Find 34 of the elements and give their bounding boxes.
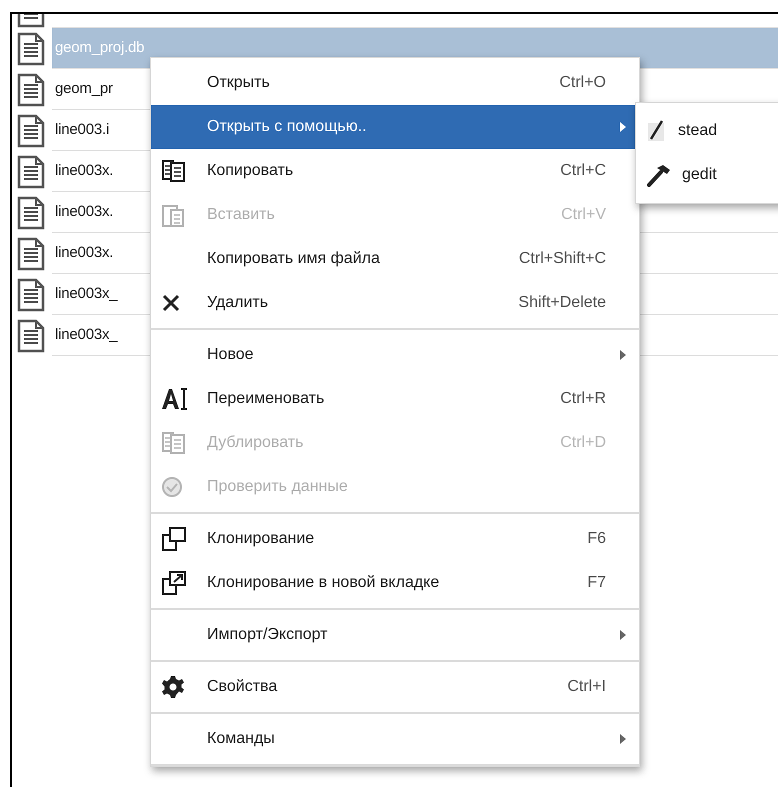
menu-item[interactable]: Клонирование F6: [151, 517, 639, 561]
copy-icon: [161, 431, 187, 455]
caret-icon: [619, 629, 627, 641]
document-icon: [16, 32, 46, 66]
menu-item[interactable]: Новое: [151, 333, 639, 377]
hammer-icon: [646, 163, 672, 187]
document-icon: [16, 114, 46, 148]
text-cursor-icon: [161, 388, 189, 410]
menu-item[interactable]: Импорт/Экспорт: [151, 613, 639, 657]
document-icon: [16, 318, 46, 352]
menu-item[interactable]: Удалить Shift+Delete: [151, 281, 639, 325]
copy-icon: [161, 159, 187, 183]
menu-item[interactable]: Команды: [151, 717, 639, 761]
menu-item[interactable]: Свойства Ctrl+I: [151, 665, 639, 709]
close-icon: [161, 293, 181, 313]
menu-item[interactable]: Копировать Ctrl+C: [151, 149, 639, 193]
settings-icon: [161, 675, 185, 699]
caret-icon: [619, 349, 627, 361]
clone-arrow-icon: [161, 570, 187, 596]
clipboard-icon: [161, 202, 187, 228]
document-icon: [16, 278, 46, 312]
document-icon: [16, 236, 46, 270]
document-icon: [16, 154, 46, 188]
menu-item[interactable]: Переименовать Ctrl+R: [151, 377, 639, 421]
menu-item[interactable]: Копировать имя файла Ctrl+Shift+C: [151, 237, 639, 281]
checkmark-icon: [161, 476, 183, 498]
submenu-item[interactable]: stead: [636, 109, 778, 153]
clone-icon: [161, 526, 187, 552]
submenu-item[interactable]: gedit: [636, 153, 778, 197]
document-icon: [16, 196, 46, 230]
caret-icon: [619, 121, 627, 133]
caret-icon: [619, 733, 627, 745]
document-icon: [16, 72, 46, 106]
menu-item[interactable]: Клонирование в новой вкладке F7: [151, 561, 639, 605]
